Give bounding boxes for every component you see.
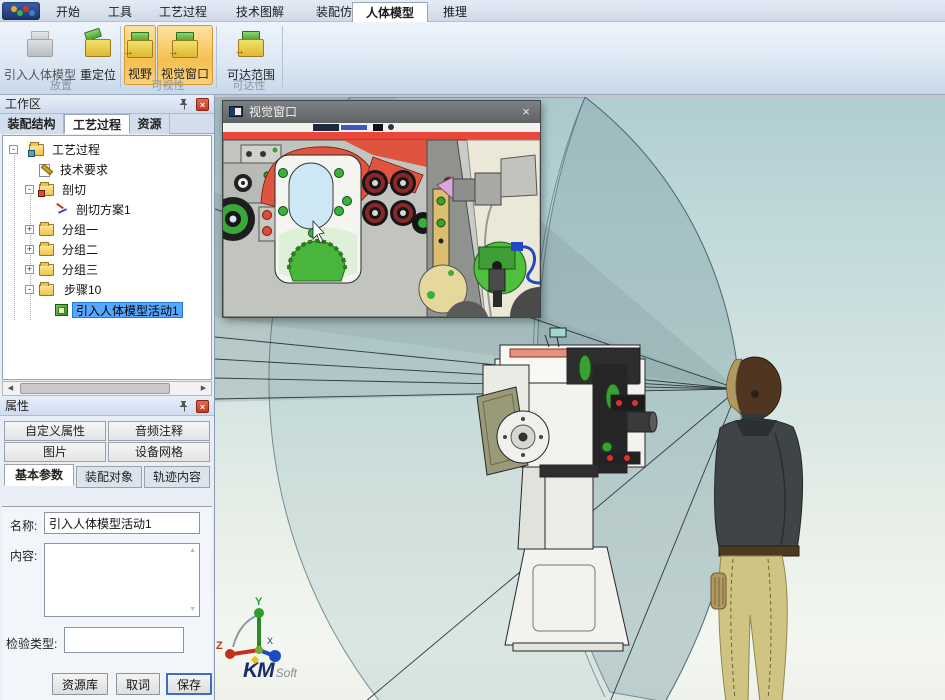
close-icon[interactable]: × xyxy=(196,400,209,413)
axes-widget[interactable]: Y Z X xyxy=(216,596,281,662)
cut-folder-icon xyxy=(39,184,54,196)
import-human-model-icon xyxy=(25,31,55,57)
tree-item-human-model-activity[interactable]: 引入人体模型活动1 xyxy=(3,300,211,320)
reach-range-icon: → xyxy=(236,31,266,57)
check-type-input[interactable] xyxy=(64,627,184,653)
content-textarea[interactable]: ▲ ▼ xyxy=(44,543,200,617)
tree-expander[interactable]: - xyxy=(9,145,18,154)
relocate-button[interactable]: 重定位 xyxy=(78,25,118,85)
tech-requirements-icon xyxy=(39,164,50,177)
resource-library-button[interactable]: 资源库 xyxy=(52,673,108,695)
reach-range-button[interactable]: → 可达范围 xyxy=(222,25,280,85)
tree-item-section-cut[interactable]: - 剖切 xyxy=(3,180,211,200)
tree-expander[interactable]: - xyxy=(25,285,34,294)
properties-panel: 属性 × 自定义属性 音频注释 图片 设备网格 基本参数 装配对象 轨迹内容 名… xyxy=(0,397,215,700)
pick-term-button[interactable]: 取词 xyxy=(116,673,160,695)
menu-tab-techdiag[interactable]: 技术图解 xyxy=(222,2,298,22)
step-folder-icon xyxy=(39,284,54,296)
folder-icon xyxy=(39,244,54,256)
properties-panel-title: 属性 × xyxy=(0,397,214,416)
workspace-panel-title: 工作区 × xyxy=(0,95,214,114)
tab-basic-params[interactable]: 基本参数 xyxy=(4,464,74,486)
scroll-left-icon[interactable]: ◀ xyxy=(3,382,18,395)
menu-tab-human-model[interactable]: 人体模型 xyxy=(352,2,428,22)
tree-item-tech-requirements[interactable]: 技术要求 xyxy=(3,160,211,180)
axis-x-label: X xyxy=(267,636,273,646)
tab-audio-notes[interactable]: 音频注释 xyxy=(108,421,210,441)
content-label: 内容: xyxy=(10,547,37,564)
vision-window-icon: → xyxy=(170,32,200,58)
vision-window-icon xyxy=(229,106,243,117)
tab-track-content[interactable]: 轨迹内容 xyxy=(144,466,210,488)
3d-viewport[interactable]: Y Z X KMSoft 视觉窗口 × xyxy=(215,95,945,700)
cut-plan-icon xyxy=(55,204,69,217)
ribbon-toolbar: 引入人体模型 重定位 → 视野 → 视觉窗口 → 可达范围 放置 可视性 可达性 xyxy=(0,22,945,95)
import-human-model-button[interactable]: 引入人体模型 xyxy=(4,25,76,85)
tab-custom-properties[interactable]: 自定义属性 xyxy=(4,421,106,441)
menu-bar: 开始 工具 工艺过程 技术图解 装配仿真 人体模型 推理 xyxy=(0,0,945,22)
tree-expander[interactable]: + xyxy=(25,245,34,254)
pin-icon[interactable] xyxy=(177,400,190,413)
check-type-label: 检验类型: xyxy=(6,635,57,652)
process-tree: - 工艺过程 技术要求 - 剖切 剖切方案1 + 分组一 xyxy=(2,135,212,380)
tab-pictures[interactable]: 图片 xyxy=(4,442,106,462)
process-folder-icon xyxy=(29,144,44,156)
tree-item-group-3[interactable]: + 分组三 xyxy=(3,260,211,280)
tab-assembly-structure[interactable]: 装配结构 xyxy=(0,114,64,134)
ribbon-separator xyxy=(282,26,283,88)
name-input[interactable] xyxy=(44,512,200,534)
tab-resources[interactable]: 资源 xyxy=(130,114,170,134)
workspace-tabs: 装配结构 工艺过程 资源 xyxy=(0,114,214,134)
tab-process[interactable]: 工艺过程 xyxy=(64,114,130,134)
tree-item-step-10[interactable]: - 步骤10 xyxy=(3,280,211,300)
tree-expander[interactable]: + xyxy=(25,225,34,234)
app-logo-icon[interactable] xyxy=(2,2,40,20)
tab-device-grid[interactable]: 设备网格 xyxy=(108,442,210,462)
group-label-placement: 放置 xyxy=(4,77,118,93)
km-soft-logo: KMSoft xyxy=(243,659,297,683)
horizontal-scrollbar[interactable]: ◀ ▶ xyxy=(2,381,212,396)
relocate-icon xyxy=(83,31,113,57)
axis-y-label: Y xyxy=(255,596,263,608)
tab-assembly-objects[interactable]: 装配对象 xyxy=(76,466,142,488)
menu-tab-reasoning[interactable]: 推理 xyxy=(432,2,478,22)
vision-window-titlebar[interactable]: 视觉窗口 × xyxy=(223,101,540,123)
folder-icon xyxy=(39,224,54,236)
scrollbar-thumb[interactable] xyxy=(20,383,170,394)
tree-item-cut-plan-1[interactable]: 剖切方案1 xyxy=(3,200,211,220)
tree-expander[interactable]: + xyxy=(25,265,34,274)
tree-expander[interactable]: - xyxy=(25,185,34,194)
name-label: 名称: xyxy=(10,517,37,534)
folder-icon xyxy=(39,264,54,276)
menu-tab-start[interactable]: 开始 xyxy=(44,2,92,22)
tree-item-group-1[interactable]: + 分组一 xyxy=(3,220,211,240)
basic-params-form: 名称: 内容: ▲ ▼ 检验类型: 资源库 取词 保存 xyxy=(2,506,212,700)
tree-item-group-2[interactable]: + 分组二 xyxy=(3,240,211,260)
axis-z-label: Z xyxy=(216,640,223,652)
scroll-down-icon[interactable]: ▼ xyxy=(189,606,196,613)
scroll-up-icon[interactable]: ▲ xyxy=(189,547,196,554)
vision-window: 视觉窗口 × xyxy=(222,100,541,318)
vision-window-view[interactable] xyxy=(223,123,540,317)
scroll-right-icon[interactable]: ▶ xyxy=(196,382,211,395)
workspace-panel: 工作区 × 装配结构 工艺过程 资源 - 工艺过程 技术要求 - xyxy=(0,95,215,397)
save-button[interactable]: 保存 xyxy=(166,673,212,695)
group-label-reachability: 可达性 xyxy=(218,77,280,93)
application-window: 开始 工具 工艺过程 技术图解 装配仿真 人体模型 推理 引入人体模型 重定位 … xyxy=(0,0,945,700)
close-icon[interactable]: × xyxy=(196,98,209,111)
menu-tab-tools[interactable]: 工具 xyxy=(96,2,144,22)
group-label-visibility: 可视性 xyxy=(122,77,214,93)
ribbon-separator xyxy=(216,26,217,88)
field-of-view-icon: → xyxy=(125,32,155,58)
menu-tab-process[interactable]: 工艺过程 xyxy=(148,2,218,22)
close-icon[interactable]: × xyxy=(518,101,534,123)
activity-icon xyxy=(55,304,68,316)
vision-window-button[interactable]: → 视觉窗口 xyxy=(157,25,213,85)
tree-item-process[interactable]: - 工艺过程 xyxy=(3,140,211,160)
field-of-view-button[interactable]: → 视野 xyxy=(124,25,156,85)
pin-icon[interactable] xyxy=(177,98,190,111)
ribbon-separator xyxy=(120,26,121,88)
